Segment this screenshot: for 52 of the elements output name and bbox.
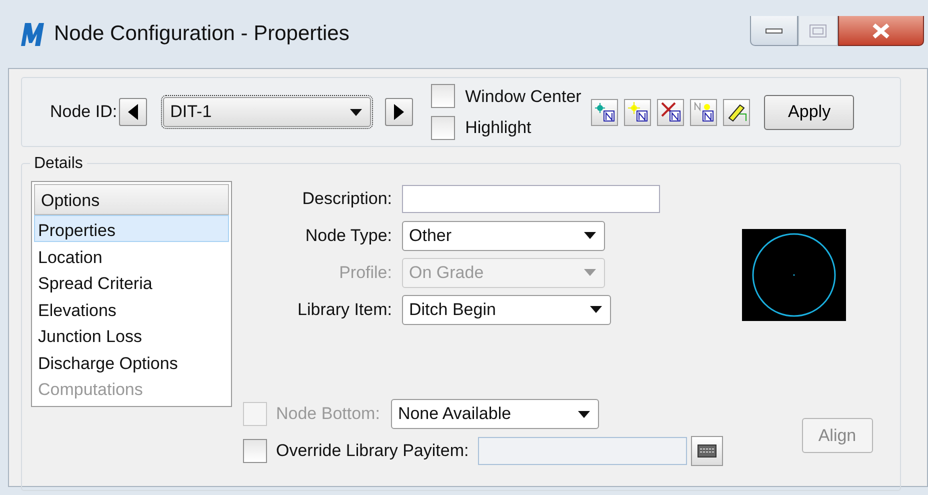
dropdown[interactable]: Ditch Begin [402, 294, 611, 324]
field-label: Node Type: [304, 224, 392, 247]
close-icon [871, 22, 891, 38]
checkbox-label: Highlight [465, 117, 532, 139]
keyboard-icon [696, 444, 717, 458]
minimize-button[interactable] [750, 16, 798, 46]
window-title: Node Configuration - Properties [54, 21, 350, 48]
rename-node-icon [694, 102, 714, 122]
checkbox-label: Window Center [465, 86, 582, 108]
apply-button[interactable]: Apply [764, 94, 854, 130]
caret-icon [578, 410, 590, 418]
field-label: Library Item: [296, 298, 392, 321]
app-logo-icon [18, 20, 46, 48]
list-item[interactable]: Elevations [34, 294, 229, 321]
minimize-icon [765, 28, 783, 34]
list-item[interactable]: Spread Criteria [34, 268, 229, 294]
checkbox[interactable] [431, 84, 456, 108]
toolbar-button[interactable] [657, 98, 684, 126]
list-item[interactable]: Location [34, 242, 229, 268]
new-node-icon [628, 102, 648, 122]
caret-icon [584, 269, 596, 276]
next-button[interactable] [385, 98, 414, 126]
field-label: Override Library Payitem: [276, 440, 469, 462]
dropdown[interactable]: Other [402, 220, 605, 250]
list-item[interactable]: Properties [34, 215, 229, 242]
caret-icon [590, 306, 602, 313]
toolbar-button[interactable] [723, 98, 750, 126]
browse-button[interactable] [690, 436, 723, 466]
previous-button[interactable] [119, 98, 148, 126]
checkbox[interactable] [243, 439, 267, 463]
toolbar-button[interactable] [690, 98, 718, 126]
node-id-dropdown[interactable]: DIT-1 [163, 97, 372, 127]
caret-icon [584, 232, 596, 239]
caret-icon [350, 108, 362, 116]
left-arrow-icon [128, 104, 138, 120]
toolbar-button[interactable] [624, 98, 652, 126]
pencil-icon [726, 102, 747, 122]
list-item[interactable]: Discharge Options [34, 348, 229, 374]
toolbar-button[interactable] [591, 98, 618, 126]
add-node-icon [594, 102, 615, 122]
list-item[interactable]: Junction Loss [34, 321, 229, 348]
maximize-icon [809, 24, 827, 38]
checkbox[interactable] [431, 116, 456, 140]
right-arrow-icon [394, 104, 404, 120]
close-button[interactable] [838, 16, 924, 46]
field-label: Node Bottom: [276, 403, 380, 426]
text-field[interactable] [402, 184, 660, 212]
field-label: Description: [301, 188, 392, 210]
field-label: Node ID: [50, 101, 118, 124]
field-label: Profile: [338, 262, 392, 284]
delete-node-icon [660, 102, 681, 122]
list-header: Options [34, 184, 229, 215]
